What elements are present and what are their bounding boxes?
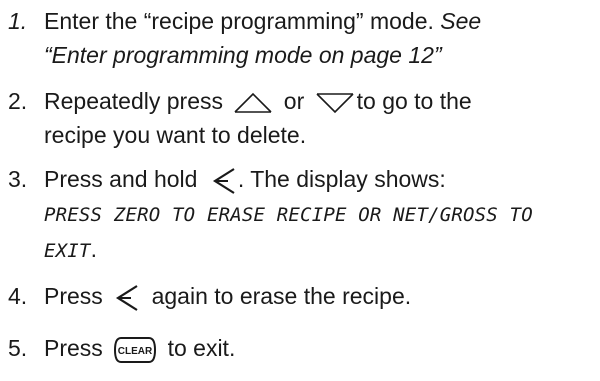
back-arrow-key-icon: [113, 283, 141, 313]
step-number: 3.: [8, 166, 28, 192]
step-text: again to erase the recipe.: [151, 283, 412, 309]
down-arrow-key-icon: [315, 91, 355, 115]
step-3: 3. Press and hold . The display shows: P…: [8, 162, 596, 268]
display-message: PRESS ZERO TO ERASE RECIPE OR NET/GROSS …: [44, 204, 533, 226]
up-arrow-key-icon: [233, 91, 273, 115]
instruction-steps: 1. Enter the “recipe programming” mode. …: [0, 0, 600, 381]
step-2: 2. Repeatedly press or to go to the reci…: [8, 84, 596, 152]
step-number: 4.: [8, 283, 28, 309]
step-text: Repeatedly press: [44, 88, 223, 114]
step-5: 5. Press CLEAR to exit.: [8, 331, 596, 365]
step-number: 2.: [8, 88, 28, 114]
step-text: . The display shows:: [237, 166, 446, 192]
step-text: Press: [44, 335, 103, 361]
back-arrow-key-icon: [210, 166, 238, 196]
reference-prefix: See: [440, 8, 482, 34]
step-text: Enter the “recipe programming” mode.: [44, 8, 434, 34]
step-number: 5.: [8, 335, 28, 361]
step-text: Press: [44, 283, 103, 309]
clear-key-icon: CLEAR: [113, 335, 157, 365]
step-text: or: [283, 88, 305, 114]
step-text: to exit.: [167, 335, 236, 361]
step-4: 4. Press again to erase the recipe.: [8, 279, 596, 313]
step-number: 1.: [8, 8, 28, 34]
step-1: 1. Enter the “recipe programming” mode. …: [8, 4, 596, 72]
step-text: to go to the: [356, 88, 472, 114]
step-text: Press and hold: [44, 166, 198, 192]
svg-text:CLEAR: CLEAR: [118, 346, 153, 357]
step-text-continued: recipe you want to delete.: [44, 122, 307, 148]
display-message-end: .: [90, 236, 97, 262]
page-reference: “Enter programming mode on page 12”: [44, 42, 442, 68]
display-message-continued: EXIT: [44, 240, 91, 262]
